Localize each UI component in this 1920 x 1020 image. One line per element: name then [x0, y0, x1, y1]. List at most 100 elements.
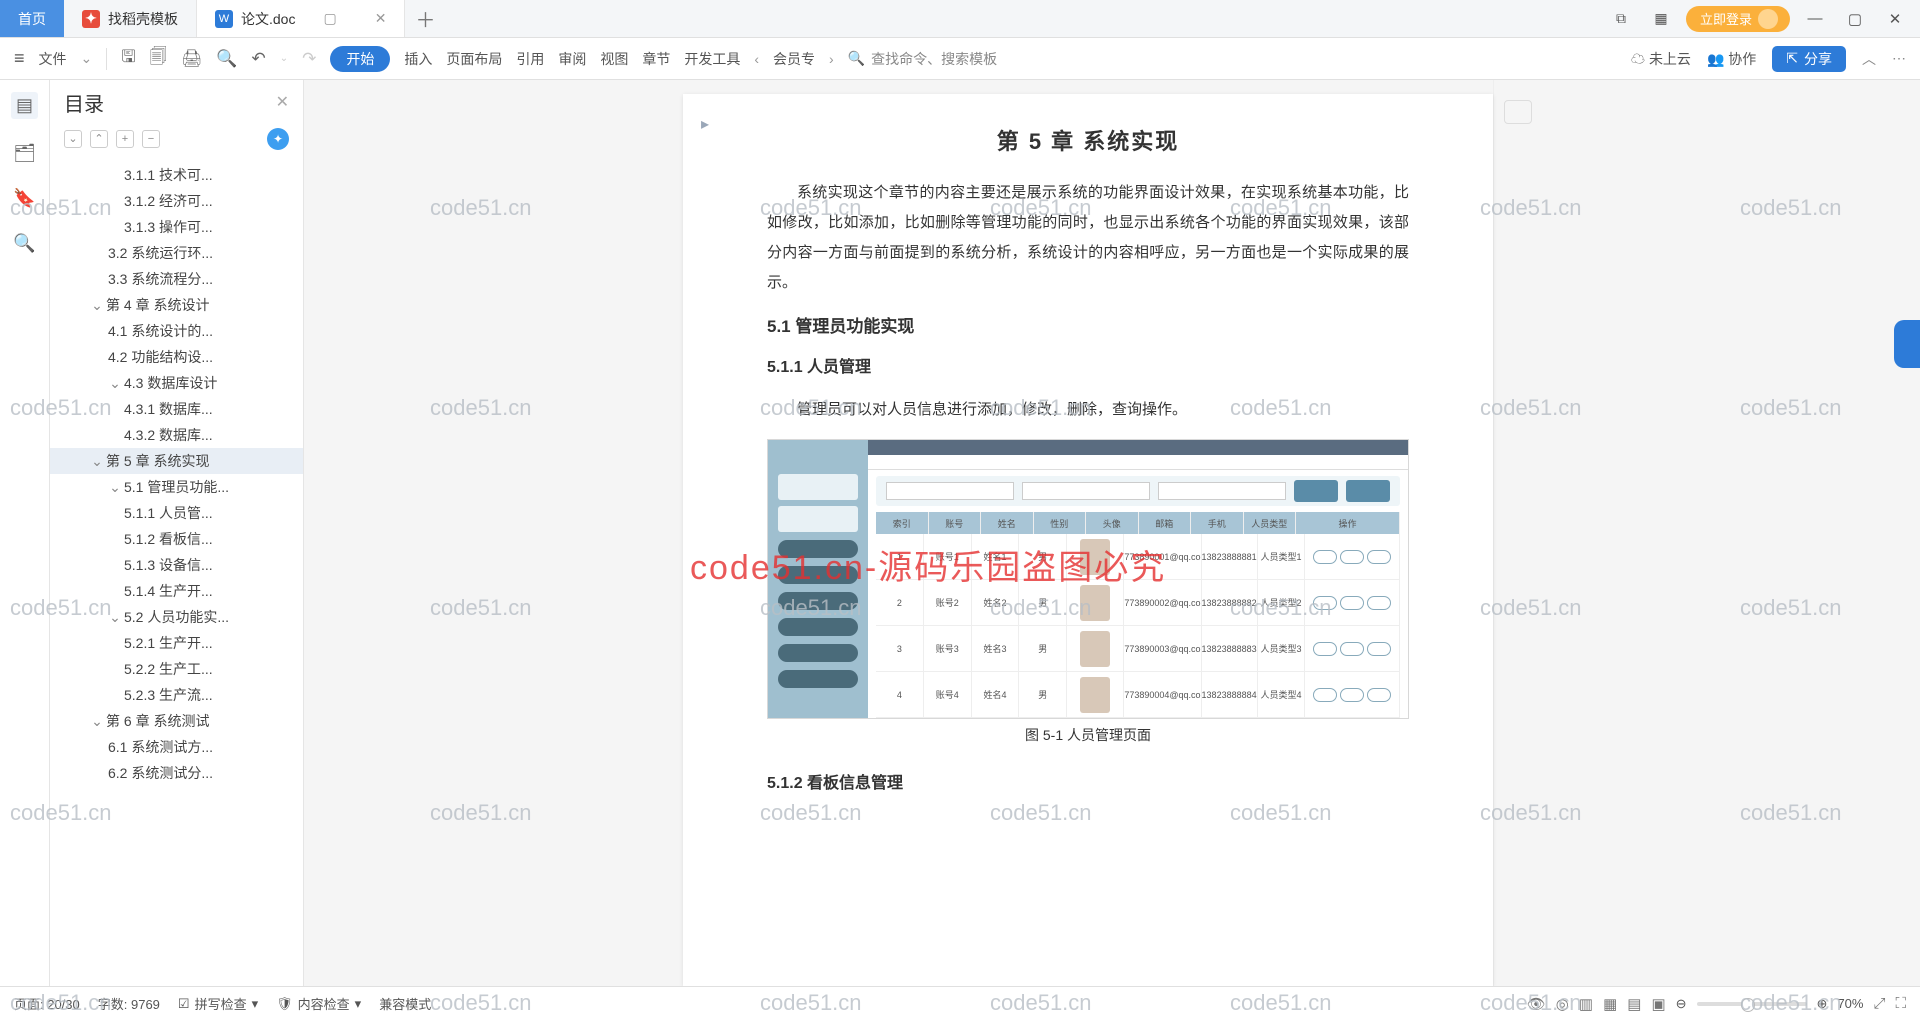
outline-add-icon[interactable]: + [116, 130, 134, 148]
outline-item[interactable]: 6.2 系统测试分... [50, 760, 303, 786]
save-as-icon[interactable]: 🗐 [150, 44, 167, 73]
outline-item[interactable]: ⌄第 6 章 系统测试 [50, 708, 303, 734]
outline-item[interactable]: 3.1.2 经济可... [50, 188, 303, 214]
outline-item[interactable]: 4.1 系统设计的... [50, 318, 303, 344]
word-icon: W [215, 10, 233, 28]
window-maximize-icon[interactable]: ▢ [1840, 10, 1870, 28]
tab-templates[interactable]: ✦找稻壳模板 [64, 0, 197, 37]
layout4-icon[interactable]: ▣ [1651, 995, 1665, 1013]
save-icon[interactable]: 🖫 [121, 44, 135, 73]
undo-icon[interactable]: ↶ [251, 49, 265, 69]
outline-item[interactable]: ⌄4.3 数据库设计 [50, 370, 303, 396]
layout-icon[interactable]: ⧉ [1606, 10, 1636, 27]
outline-item[interactable]: 3.2 系统运行环... [50, 240, 303, 266]
ribbon-chapter[interactable]: 章节 [642, 49, 670, 69]
outline-item[interactable]: 5.1.4 生产开... [50, 578, 303, 604]
outline-close-icon[interactable]: ✕ [276, 92, 289, 112]
tab-popout-icon[interactable]: ▢ [323, 10, 336, 27]
right-rail-toggle-icon[interactable] [1504, 100, 1532, 124]
find-icon[interactable]: 🔍 [13, 233, 35, 254]
ribbon-member[interactable]: 会员专 [773, 49, 815, 69]
outline-panel: 目录✕ ⌄ ⌃ + − ✦ 3.1.1 技术可...3.1.2 经济可...3.… [50, 80, 304, 986]
window-close-icon[interactable]: ✕ [1880, 10, 1910, 28]
print-icon[interactable]: 🖨 [181, 49, 203, 69]
outline-item[interactable]: 5.1.2 看板信... [50, 526, 303, 552]
preview-icon[interactable]: 🔍 [216, 49, 237, 69]
outline-item[interactable]: 4.3.1 数据库... [50, 396, 303, 422]
share-button[interactable]: ⇱分享 [1772, 46, 1846, 72]
tab-document[interactable]: W论文.doc▢✕ [197, 0, 405, 37]
ribbon-more-icon[interactable]: ⋯ [1892, 50, 1906, 67]
collab-button[interactable]: 👥 协作 [1707, 49, 1756, 69]
read-mode-icon[interactable]: 👁 [1527, 995, 1546, 1013]
tab-home[interactable]: 首页 [0, 0, 64, 37]
spell-check[interactable]: ☑ 拼写检查 ▾ [178, 994, 258, 1013]
file-menu[interactable]: 文件 [39, 49, 67, 69]
new-tab-button[interactable]: ＋ [405, 0, 445, 37]
apps-icon[interactable]: ▦ [1646, 10, 1676, 27]
outline-ai-icon[interactable]: ✦ [267, 128, 289, 150]
focus-mode-icon[interactable]: ◎ [1556, 995, 1569, 1013]
doc-h2: 5.1 管理员功能实现 [767, 312, 1409, 337]
bookmark-icon[interactable]: 🔖 [13, 188, 35, 209]
outline-item[interactable]: 4.3.2 数据库... [50, 422, 303, 448]
outline-item[interactable]: ⌄第 4 章 系统设计 [50, 292, 303, 318]
outline-item[interactable]: 4.2 功能结构设... [50, 344, 303, 370]
zoom-value[interactable]: 70% [1837, 996, 1863, 1011]
ribbon-ref[interactable]: 引用 [516, 49, 544, 69]
outline-item[interactable]: ⌄第 5 章 系统实现 [50, 448, 303, 474]
ribbon-prev-icon[interactable]: ‹ [754, 51, 759, 67]
doc-h3a: 5.1.1 人员管理 [767, 353, 1409, 377]
command-search[interactable]: 🔍查找命令、搜索模板 [848, 49, 997, 69]
doc-p2: 管理员可以对人员信息进行添加，修改，删除，查询操作。 [767, 395, 1409, 425]
hamburger-icon[interactable]: ≡ [14, 48, 25, 69]
status-page[interactable]: 页面: 20/30 [14, 994, 80, 1013]
ribbon-next-icon[interactable]: › [829, 51, 834, 67]
status-words[interactable]: 字数: 9769 [98, 994, 160, 1013]
outline-tree: 3.1.1 技术可...3.1.2 经济可...3.1.3 操作可...3.2 … [50, 158, 303, 986]
fit-width-icon[interactable]: ⤢ [1873, 995, 1885, 1012]
layout1-icon[interactable]: ▥ [1579, 995, 1593, 1013]
ribbon-view[interactable]: 视图 [600, 49, 628, 69]
compat-mode[interactable]: 兼容模式 [379, 994, 431, 1013]
clipboard-icon[interactable]: 🗂 [13, 143, 36, 164]
outline-item[interactable]: 5.1.1 人员管... [50, 500, 303, 526]
window-minimize-icon[interactable]: — [1800, 10, 1830, 27]
outline-icon[interactable]: ▤ [11, 92, 38, 119]
template-icon: ✦ [82, 10, 100, 28]
ribbon-review[interactable]: 审阅 [558, 49, 586, 69]
ribbon-insert[interactable]: 插入 [404, 49, 432, 69]
doc-p1: 系统实现这个章节的内容主要还是展示系统的功能界面设计效果，在实现系统基本功能，比… [767, 178, 1409, 298]
outline-item[interactable]: 3.1.3 操作可... [50, 214, 303, 240]
outline-item[interactable]: ⌄5.2 人员功能实... [50, 604, 303, 630]
outline-title: 目录 [64, 88, 104, 117]
outline-remove-icon[interactable]: − [142, 130, 160, 148]
outline-item[interactable]: 5.1.3 设备信... [50, 552, 303, 578]
outline-item[interactable]: ⌄5.1 管理员功能... [50, 474, 303, 500]
ribbon-dev[interactable]: 开发工具 [684, 49, 740, 69]
outline-collapse-all-icon[interactable]: ⌄ [64, 130, 82, 148]
redo-icon[interactable]: ↷ [302, 49, 316, 69]
ribbon-layout[interactable]: 页面布局 [446, 49, 502, 69]
ribbon-collapse-icon[interactable]: ︿ [1862, 49, 1876, 69]
login-button[interactable]: 立即登录 [1686, 6, 1790, 32]
outline-item[interactable]: 3.1.1 技术可... [50, 162, 303, 188]
zoom-in-icon[interactable]: ⊕ [1817, 996, 1828, 1012]
tab-close-icon[interactable]: ✕ [375, 10, 387, 27]
outline-item[interactable]: 5.2.1 生产开... [50, 630, 303, 656]
fullscreen-icon[interactable]: ⛶ [1895, 995, 1906, 1012]
content-check[interactable]: 🛡 内容检查 ▾ [276, 994, 361, 1013]
outline-item[interactable]: 5.2.3 生产流... [50, 682, 303, 708]
outline-expand-all-icon[interactable]: ⌃ [90, 130, 108, 148]
side-handle[interactable] [1894, 320, 1920, 368]
zoom-slider[interactable] [1697, 1002, 1807, 1006]
layout2-icon[interactable]: ▦ [1603, 995, 1617, 1013]
cloud-status[interactable]: ☁ 未上云 [1631, 49, 1691, 69]
layout3-icon[interactable]: ▤ [1627, 995, 1641, 1013]
ribbon-start[interactable]: 开始 [330, 46, 390, 72]
outline-item[interactable]: 6.1 系统测试方... [50, 734, 303, 760]
outline-item[interactable]: 3.3 系统流程分... [50, 266, 303, 292]
zoom-out-icon[interactable]: ⊖ [1676, 996, 1687, 1012]
document-canvas: ▸ 第 5 章 系统实现 系统实现这个章节的内容主要还是展示系统的功能界面设计效… [304, 80, 1920, 986]
outline-item[interactable]: 5.2.2 生产工... [50, 656, 303, 682]
